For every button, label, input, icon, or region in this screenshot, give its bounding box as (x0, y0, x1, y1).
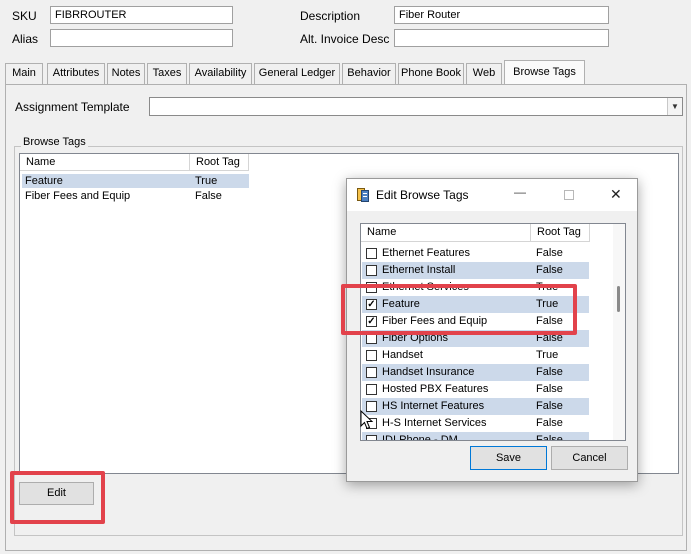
assignment-template-select[interactable]: ▼ (149, 97, 683, 116)
tab-availability[interactable]: Availability (189, 63, 252, 84)
tag-name: H-S Internet Services (382, 417, 487, 429)
assignment-template-label: Assignment Template (15, 100, 130, 114)
minimize-icon[interactable]: — (514, 185, 526, 199)
dialog-column-header-root-tag[interactable]: Root Tag (531, 224, 590, 242)
tag-root: False (536, 417, 563, 429)
tab-behavior[interactable]: Behavior (342, 63, 396, 84)
row-root-tag: True (195, 175, 218, 187)
cancel-button[interactable]: Cancel (551, 446, 628, 470)
tag-root: False (536, 247, 563, 259)
scrollbar-thumb[interactable] (617, 286, 620, 312)
sku-label: SKU (12, 9, 37, 23)
list-item[interactable]: H-S Internet Services False (362, 415, 589, 432)
sku-input[interactable]: FIBRROUTER (50, 6, 233, 24)
list-item[interactable]: Handset Insurance False (362, 364, 589, 381)
tag-name: HS Internet Features (382, 400, 485, 412)
dialog-title: Edit Browse Tags (376, 188, 469, 202)
tag-name: Hosted PBX Features (382, 383, 489, 395)
table-row[interactable]: Fiber Fees and Equip False (22, 189, 249, 203)
list-item[interactable]: IDI Phone - DM False (362, 432, 589, 441)
table-row[interactable]: Feature True (22, 174, 249, 188)
dialog-column-header-name[interactable]: Name (361, 224, 531, 242)
list-item[interactable]: HS Internet Features False (362, 398, 589, 415)
cursor-icon (360, 409, 374, 430)
tab-taxes[interactable]: Taxes (147, 63, 187, 84)
close-icon[interactable]: ✕ (610, 186, 622, 202)
tab-bar: Main Attributes Notes Taxes Availability… (5, 60, 686, 84)
vertical-scrollbar[interactable] (613, 224, 625, 440)
save-button[interactable]: Save (470, 446, 547, 470)
tag-root: False (536, 366, 563, 378)
checkbox[interactable] (366, 265, 377, 276)
tag-name: Handset (382, 349, 423, 361)
browse-tags-group-label: Browse Tags (21, 135, 88, 149)
tag-root: True (536, 349, 559, 361)
list-item[interactable]: Handset True (362, 347, 589, 364)
checked-rows-highlight (341, 284, 577, 335)
column-header-name[interactable]: Name (20, 154, 190, 171)
alt-invoice-desc-label: Alt. Invoice Desc (300, 32, 390, 46)
tab-browse-tags[interactable]: Browse Tags (504, 60, 585, 84)
tag-name: Handset Insurance (382, 366, 475, 378)
row-name: Feature (25, 175, 63, 187)
description-input[interactable]: Fiber Router (394, 6, 609, 24)
chevron-down-icon[interactable]: ▼ (667, 98, 682, 115)
tab-notes[interactable]: Notes (107, 63, 145, 84)
tab-attributes[interactable]: Attributes (47, 63, 105, 84)
edit-button-highlight (10, 471, 105, 524)
tag-name: Ethernet Features (382, 247, 471, 259)
checkbox[interactable] (366, 435, 377, 440)
checkbox[interactable] (366, 350, 377, 361)
list-item[interactable]: Hosted PBX Features False (362, 381, 589, 398)
edit-browse-tags-dialog: Edit Browse Tags — ✕ Name Root Tag Ether… (341, 178, 638, 482)
tag-root: False (536, 264, 563, 276)
alt-invoice-desc-input[interactable] (394, 29, 609, 47)
row-name: Fiber Fees and Equip (25, 190, 131, 202)
tag-root: False (536, 434, 563, 441)
tag-name: IDI Phone - DM (382, 434, 458, 441)
row-root-tag: False (195, 190, 222, 202)
tab-web[interactable]: Web (466, 63, 502, 84)
tag-icon (357, 188, 370, 202)
list-item[interactable]: Ethernet Features False (362, 245, 589, 262)
tab-phone-book[interactable]: Phone Book (398, 63, 464, 84)
checkbox[interactable] (366, 248, 377, 259)
list-item[interactable]: Ethernet Install False (362, 262, 589, 279)
dialog-title-bar[interactable]: Edit Browse Tags — ✕ (347, 179, 637, 211)
alias-label: Alias (12, 32, 39, 46)
alias-input[interactable] (50, 29, 233, 47)
tag-root: False (536, 400, 563, 412)
description-label: Description (300, 9, 361, 23)
tag-root: False (536, 383, 563, 395)
tab-main[interactable]: Main (5, 63, 43, 84)
checkbox[interactable] (366, 367, 377, 378)
maximize-icon (564, 190, 574, 200)
column-header-root-tag[interactable]: Root Tag (190, 154, 249, 171)
checkbox[interactable] (366, 384, 377, 395)
tag-name: Ethernet Install (382, 264, 456, 276)
tab-general-ledger[interactable]: General Ledger (254, 63, 340, 84)
